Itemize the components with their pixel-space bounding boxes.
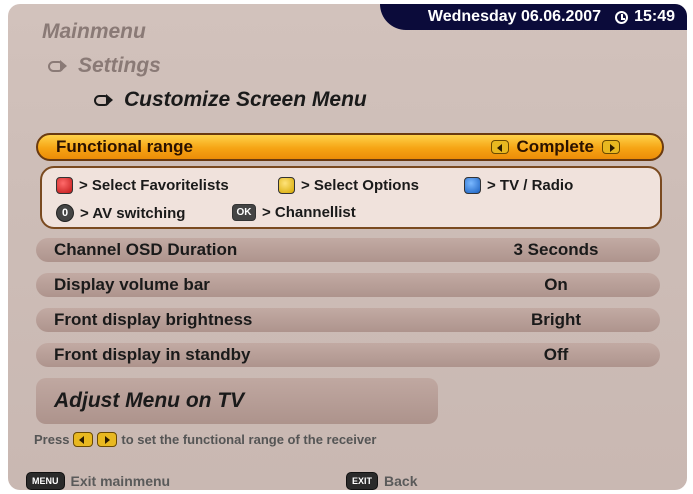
setting-value: On xyxy=(544,275,568,294)
setting-label: Front display in standby xyxy=(54,345,251,364)
date-time-bar: Wednesday 06.06.2007 15:49 xyxy=(380,4,687,30)
setting-label: Channel OSD Duration xyxy=(54,240,238,259)
menu-key-icon: MENU xyxy=(26,472,65,490)
setting-value: 3 Seconds xyxy=(513,240,599,259)
legend-zero: 0 > AV switching xyxy=(56,204,185,222)
time-display: 15:49 xyxy=(615,8,675,26)
right-arrow-icon[interactable] xyxy=(602,140,620,154)
page-title: Customize Screen Menu xyxy=(94,88,367,112)
functional-range-value: Complete xyxy=(516,137,594,156)
legend-red: > Select Favoritelists xyxy=(56,177,229,194)
setting-row-osd-duration[interactable]: Channel OSD Duration 3 Seconds xyxy=(36,238,660,262)
zero-key-icon: 0 xyxy=(56,204,74,222)
yellow-key-icon xyxy=(278,177,295,194)
help-hint: Press to set the functional range of the… xyxy=(34,432,377,447)
left-arrow-icon[interactable] xyxy=(490,140,509,154)
right-key-icon xyxy=(97,432,118,447)
functional-range-label: Functional range xyxy=(56,137,193,156)
back-hint[interactable]: EXIT Back xyxy=(346,472,417,490)
setting-row-front-brightness[interactable]: Front display brightness Bright xyxy=(36,308,660,332)
setting-row-front-standby[interactable]: Front display in standby Off xyxy=(36,343,660,367)
key-legend: > Select Favoritelists > Select Options … xyxy=(40,166,662,229)
functional-range-selector[interactable]: Functional range Complete xyxy=(36,133,664,161)
red-key-icon xyxy=(56,177,73,194)
arrow-icon xyxy=(94,93,113,106)
left-key-icon xyxy=(73,432,94,447)
time-text: 15:49 xyxy=(634,8,675,25)
blue-key-icon xyxy=(464,177,481,194)
setting-row-volume-bar[interactable]: Display volume bar On xyxy=(36,273,660,297)
setting-label: Front display brightness xyxy=(54,310,253,329)
exit-mainmenu-hint[interactable]: MENU Exit mainmenu xyxy=(26,472,170,490)
adjust-menu-button[interactable]: Adjust Menu on TV xyxy=(36,378,438,424)
clock-icon xyxy=(615,10,629,24)
tv-screen: Wednesday 06.06.2007 15:49 Mainmenu Sett… xyxy=(8,4,687,490)
setting-value: Bright xyxy=(530,310,582,329)
setting-value: Off xyxy=(543,345,569,364)
ok-key-icon: OK xyxy=(232,204,256,221)
legend-ok: OK > Channellist xyxy=(232,204,356,221)
breadcrumb-mainmenu[interactable]: Mainmenu xyxy=(42,20,146,44)
arrow-icon xyxy=(48,59,67,72)
exit-key-icon: EXIT xyxy=(346,472,379,490)
legend-yellow: > Select Options xyxy=(278,177,419,194)
setting-label: Display volume bar xyxy=(54,275,210,294)
legend-blue: > TV / Radio xyxy=(464,177,573,194)
functional-range-value-group[interactable]: Complete xyxy=(490,137,644,157)
breadcrumb-settings[interactable]: Settings xyxy=(48,54,161,78)
date-text: Wednesday 06.06.2007 xyxy=(427,8,602,25)
